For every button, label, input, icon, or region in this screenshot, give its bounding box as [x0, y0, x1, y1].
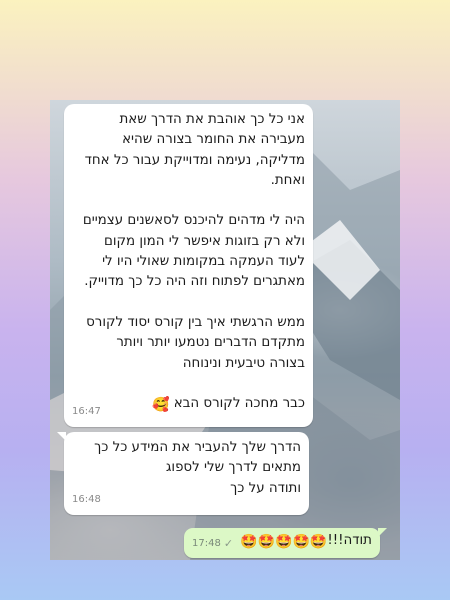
message-time: 17:48: [192, 538, 221, 549]
message-time: 16:48: [72, 493, 101, 505]
star-struck-emoji: 🤩🤩🤩🤩🤩: [240, 534, 328, 550]
message-bubble-incoming[interactable]: הדרך שלך להעביר את המידע כל כך מתאים לדר…: [57, 432, 309, 515]
check-icon: ✓: [223, 537, 234, 550]
message-bubble-incoming[interactable]: אני כל כך אוהבת את הדרך שאת מעבירה את הח…: [64, 104, 313, 427]
message-text: אני כל כך אוהבת את הדרך שאת מעבירה את הח…: [82, 112, 305, 414]
message-text: הדרך שלך להעביר את המידע כל כך מתאים לדר…: [94, 440, 301, 496]
message-time: 16:47: [72, 405, 101, 417]
smiling-face-with-hearts-emoji: 🥰: [152, 397, 170, 414]
chat-screen: אני כל כך אוהבת את הדרך שאת מעבירה את הח…: [50, 100, 400, 560]
message-meta: 17:48 ✓: [192, 537, 233, 550]
message-bubble-outgoing[interactable]: תודה!!!🤩🤩🤩🤩🤩 17:48 ✓: [184, 528, 387, 558]
